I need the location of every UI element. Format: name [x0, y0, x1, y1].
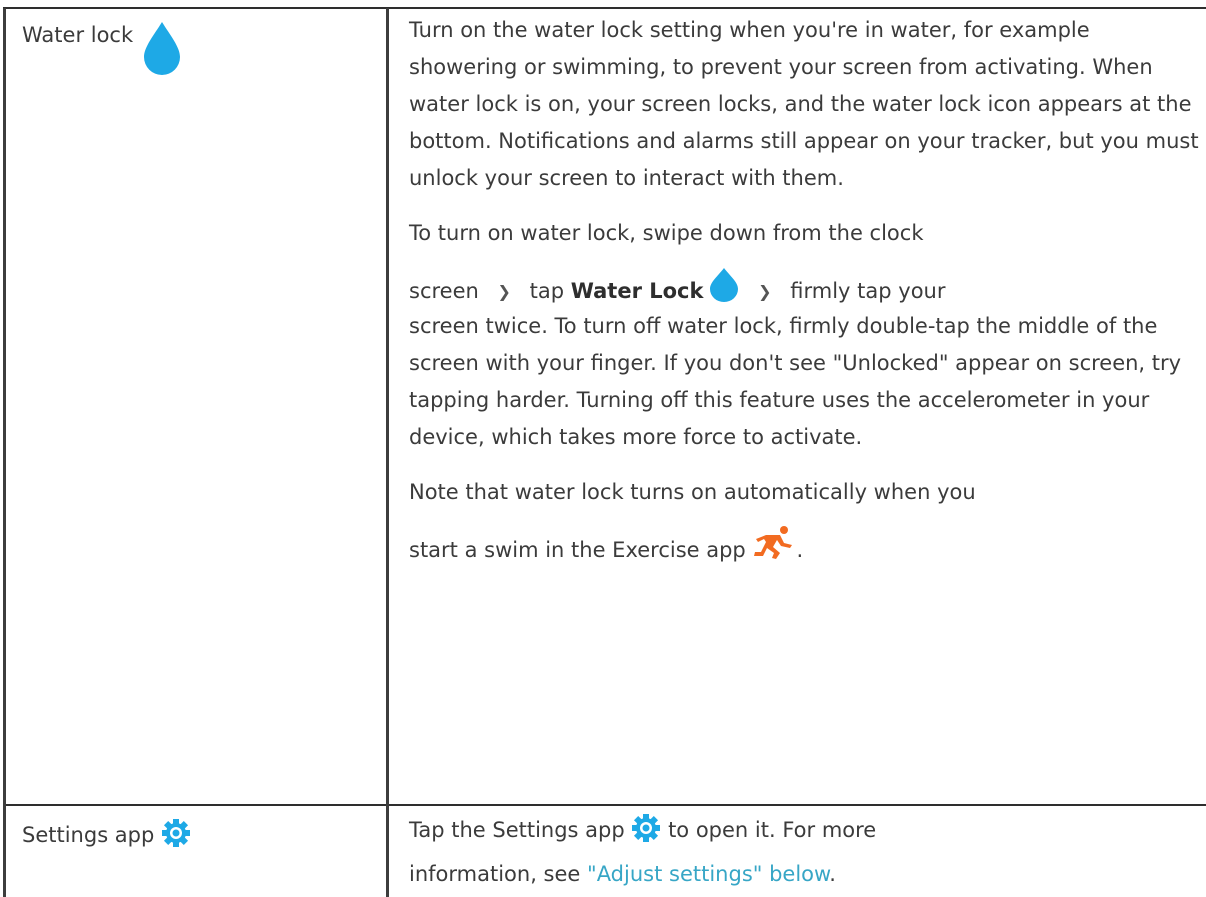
settings-line-2: information, see "Adjust settings" below… [409, 856, 1206, 893]
text: firmly tap your [790, 279, 946, 303]
adjust-settings-link[interactable]: "Adjust settings" below [587, 862, 829, 886]
text: information, see [409, 862, 581, 886]
exercise-runner-icon [752, 525, 796, 569]
text: . [796, 538, 804, 562]
paragraph-note: Note that water lock turns on automatica… [409, 474, 1206, 511]
water-drop-icon [140, 20, 184, 76]
chevron-right-icon: ❯ [497, 282, 511, 301]
water-lock-label: Water Lock [570, 279, 704, 303]
row-label-text: Water lock [22, 23, 134, 47]
water-drop-icon [703, 268, 745, 310]
text: Note that water lock turns on automatica… [409, 480, 976, 504]
instruction-steps-line: screen ❯ tap Water Lock ❯ firmly tap you… [409, 268, 1206, 310]
settings-line-1: Tap the Settings app to open it. For mor… [409, 812, 1206, 849]
row-description-water-lock: Turn on the water lock setting when you'… [409, 12, 1206, 569]
settings-gear-icon [631, 812, 661, 849]
note-line: start a swim in the Exercise app . [409, 525, 1206, 569]
text: To turn on water lock, swipe down from t… [409, 221, 924, 245]
row-label-settings-app: Settings app [22, 818, 191, 850]
chevron-right-icon: ❯ [758, 282, 772, 301]
paragraph-instructions: To turn on water lock, swipe down from t… [409, 215, 1206, 252]
row-description-settings-app: Tap the Settings app to open it. For mor… [409, 812, 1206, 893]
text: start a swim in the Exercise app [409, 538, 746, 562]
paragraph: Turn on the water lock setting when you'… [409, 18, 1199, 190]
text: tap [529, 279, 565, 303]
paragraph: screen twice. To turn off water lock, fi… [409, 314, 1182, 449]
table-left-border [3, 8, 6, 897]
row-label-water-lock: Water lock [22, 20, 184, 76]
row-label-text: Settings app [22, 823, 155, 847]
table-top-border [3, 7, 1206, 9]
settings-gear-icon [161, 818, 191, 850]
text: to open it. For more [668, 818, 877, 842]
row-divider [3, 804, 1206, 806]
text: . [829, 862, 836, 886]
text: Tap the Settings app [409, 818, 625, 842]
text: screen [409, 279, 479, 303]
column-divider [386, 8, 389, 897]
